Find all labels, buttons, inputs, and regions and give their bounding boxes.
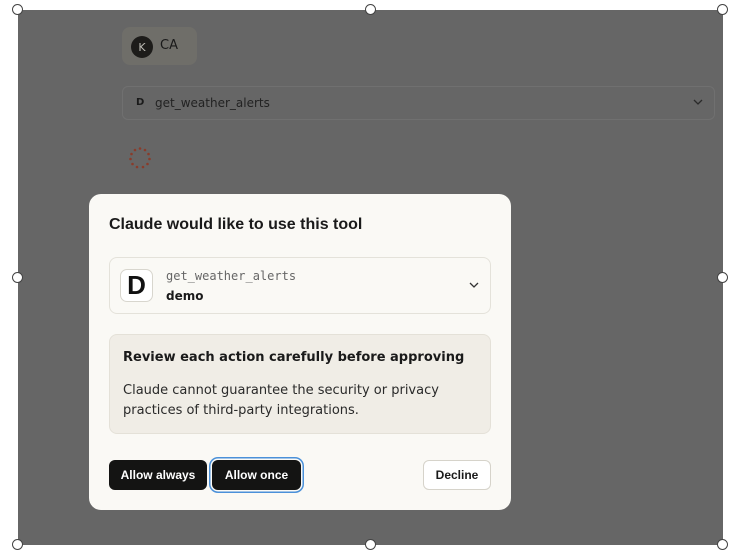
chevron-down-icon[interactable] [468, 279, 480, 291]
resize-handle-bottom-left[interactable] [12, 539, 23, 550]
resize-handle-bottom-right[interactable] [717, 539, 728, 550]
user-name: CA [160, 38, 178, 53]
loading-spinner-icon [129, 147, 151, 169]
resize-handle-top-right[interactable] [717, 4, 728, 15]
warning-title: Review each action carefully before appr… [123, 350, 465, 365]
tool-server-badge: D [136, 97, 145, 108]
allow-once-button[interactable]: Allow once [212, 460, 301, 490]
tool-function-name: get_weather_alerts [166, 269, 297, 283]
resize-handle-top-middle[interactable] [365, 4, 376, 15]
tool-call-name: get_weather_alerts [155, 96, 270, 110]
dialog-title: Claude would like to use this tool [109, 216, 363, 233]
tool-permission-dialog: Claude would like to use this tool D get… [89, 194, 511, 510]
allow-always-button[interactable]: Allow always [109, 460, 207, 490]
resize-handle-top-left[interactable] [12, 4, 23, 15]
resize-handle-middle-left[interactable] [12, 272, 23, 283]
tool-details-card[interactable]: D get_weather_alerts demo [109, 257, 491, 314]
resize-handle-bottom-middle[interactable] [365, 539, 376, 550]
warning-body: Claude cannot guarantee the security or … [123, 383, 439, 418]
resize-handle-middle-right[interactable] [717, 272, 728, 283]
tool-logo: D [120, 269, 153, 302]
chevron-down-icon [693, 99, 703, 105]
avatar: K [131, 36, 153, 58]
decline-button[interactable]: Decline [423, 460, 491, 490]
tool-server-name: demo [166, 289, 204, 303]
warning-box: Review each action carefully before appr… [109, 334, 491, 434]
